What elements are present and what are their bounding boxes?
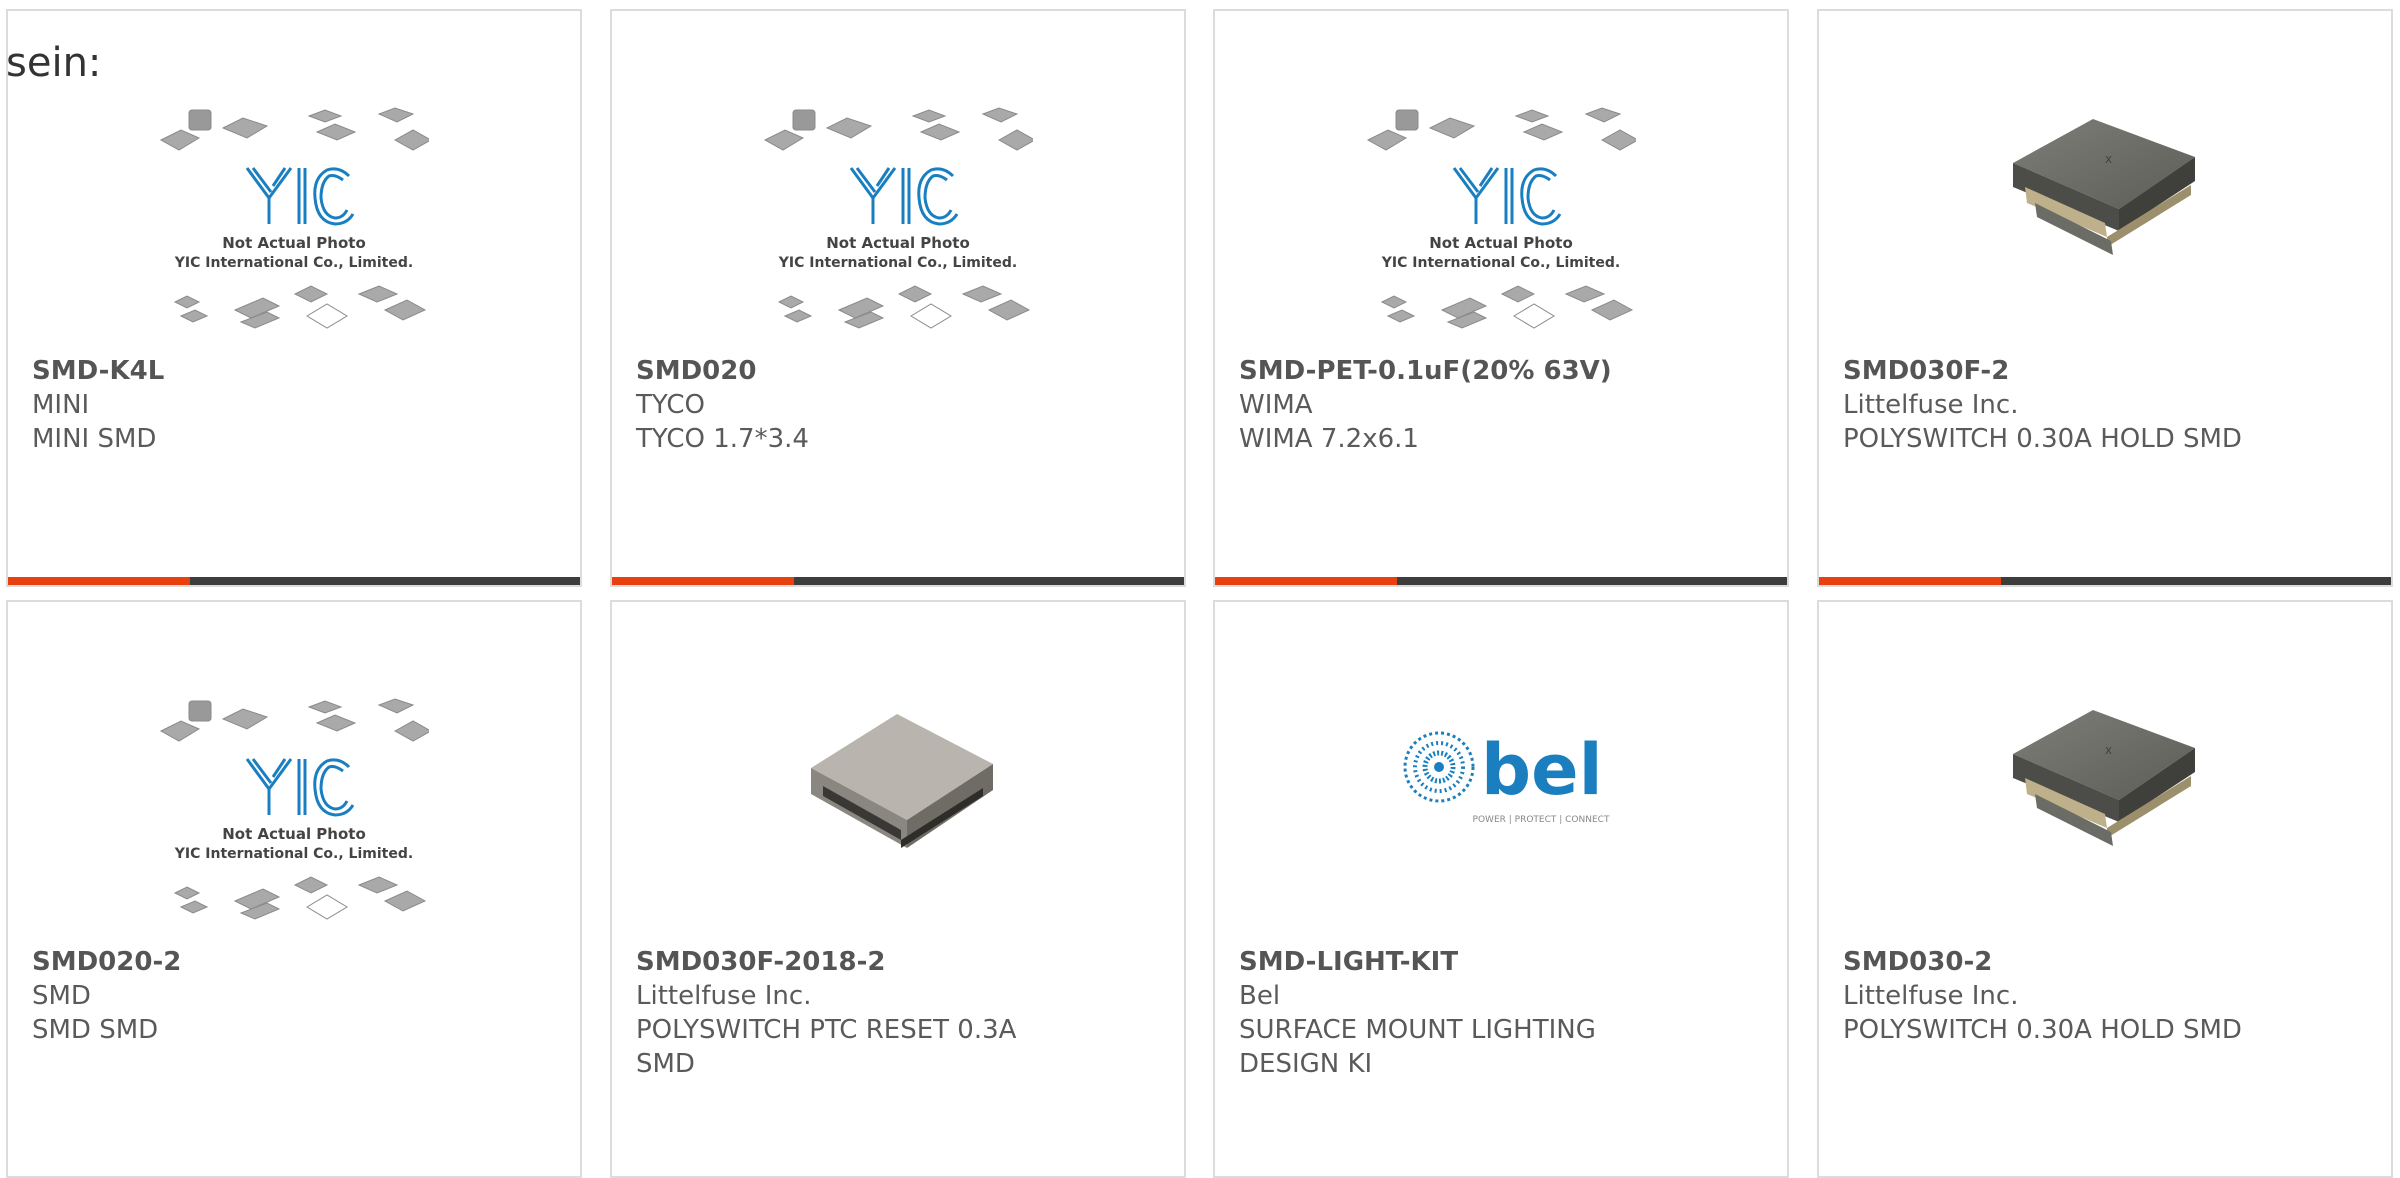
product-thumbnail[interactable]: Not Actual Photo YIC International Co., … <box>8 697 580 967</box>
part-number[interactable]: SMD030-2 <box>1843 945 2375 979</box>
manufacturer: Littelfuse Inc. <box>636 981 812 1011</box>
product-card[interactable]: bel POWER | PROTECT | CONNECT SMD-LIGHT-… <box>1213 600 1789 1178</box>
polyswitch-image: x <box>2013 710 2195 846</box>
product-thumbnail[interactable]: x <box>1819 682 2391 952</box>
yic-placeholder-image: Not Actual Photo YIC International Co., … <box>159 698 429 920</box>
description: POLYSWITCH 0.30A HOLD SMD <box>1843 1015 2242 1045</box>
description: MINI SMD <box>32 424 157 454</box>
description: WIMA 7.2x6.1 <box>1239 424 1419 454</box>
product-card[interactable]: Not Actual Photo YIC International Co., … <box>6 600 582 1178</box>
placeholder-line2: YIC International Co., Limited. <box>174 846 413 862</box>
yic-placeholder-image: Not Actual Photo YIC International Co., … <box>763 107 1033 329</box>
product-card[interactable]: Not Actual Photo YIC International Co., … <box>1213 9 1789 587</box>
product-thumbnail[interactable]: Not Actual Photo YIC International Co., … <box>612 106 1184 376</box>
manufacturer: MINI <box>32 390 90 420</box>
part-number[interactable]: SMD020-2 <box>32 945 564 979</box>
placeholder-line1: Not Actual Photo <box>1429 234 1573 252</box>
manufacturer: Bel <box>1239 981 1281 1011</box>
manufacturer: SMD <box>32 981 91 1011</box>
manufacturer: Littelfuse Inc. <box>1843 390 2019 420</box>
product-card[interactable]: Not Actual Photo YIC International Co., … <box>610 9 1186 587</box>
part-number[interactable]: SMD-PET-0.1uF(20% 63V) <box>1239 354 1771 388</box>
placeholder-line2: YIC International Co., Limited. <box>778 255 1017 271</box>
bel-tagline: POWER | PROTECT | CONNECT <box>1473 815 1610 825</box>
part-number[interactable]: SMD030F-2018-2 <box>636 945 1168 979</box>
bel-logo-image: bel POWER | PROTECT | CONNECT <box>1403 729 1610 825</box>
placeholder-line1: Not Actual Photo <box>826 234 970 252</box>
placeholder-line2: YIC International Co., Limited. <box>174 255 413 271</box>
product-card[interactable]: Not Actual Photo YIC International Co., … <box>6 9 582 587</box>
product-thumbnail[interactable]: Not Actual Photo YIC International Co., … <box>8 106 580 376</box>
card-accent-bar <box>8 577 190 585</box>
card-accent-bar <box>612 577 794 585</box>
card-accent-bar <box>1215 577 1397 585</box>
polyswitch-image: x <box>2013 119 2195 255</box>
card-bottom-bar <box>8 577 580 585</box>
product-thumbnail[interactable] <box>612 680 1184 950</box>
manufacturer: WIMA <box>1239 390 1313 420</box>
product-card[interactable]: x SMD030F-2 Littelfuse Inc. POLYSWITCH 0… <box>1817 9 2393 587</box>
placeholder-line2: YIC International Co., Limited. <box>1381 255 1620 271</box>
card-bottom-bar <box>612 577 1184 585</box>
card-bottom-bar <box>1215 577 1787 585</box>
card-accent-bar <box>1819 577 2001 585</box>
description: TYCO 1.7*3.4 <box>636 424 809 454</box>
manufacturer: TYCO <box>636 390 705 420</box>
product-thumbnail[interactable]: Not Actual Photo YIC International Co., … <box>1215 106 1787 376</box>
part-number[interactable]: SMD020 <box>636 354 1168 388</box>
part-number[interactable]: SMD-K4L <box>32 354 564 388</box>
yic-placeholder-image: Not Actual Photo YIC International Co., … <box>1366 107 1636 329</box>
svg-text:x: x <box>2105 743 2112 757</box>
description: SURFACE MOUNT LIGHTING DESIGN KI <box>1239 1015 1596 1079</box>
description: POLYSWITCH PTC RESET 0.3A SMD <box>636 1015 1017 1079</box>
description: SMD SMD <box>32 1015 159 1045</box>
product-card[interactable]: SMD030F-2018-2 Littelfuse Inc. POLYSWITC… <box>610 600 1186 1178</box>
svg-text:x: x <box>2105 152 2112 166</box>
bel-wordmark: bel <box>1481 729 1603 811</box>
ptc-image <box>811 714 993 848</box>
product-card[interactable]: x SMD030-2 Littelfuse Inc. POLYSWITCH 0.… <box>1817 600 2393 1178</box>
manufacturer: Littelfuse Inc. <box>1843 981 2019 1011</box>
page-header-fragment: sein: <box>6 40 102 86</box>
part-number[interactable]: SMD-LIGHT-KIT <box>1239 945 1771 979</box>
description: POLYSWITCH 0.30A HOLD SMD <box>1843 424 2242 454</box>
placeholder-line1: Not Actual Photo <box>222 234 366 252</box>
yic-placeholder-image: Not Actual Photo YIC International Co., … <box>159 107 429 329</box>
part-number[interactable]: SMD030F-2 <box>1843 354 2375 388</box>
product-thumbnail[interactable]: x <box>1819 91 2391 361</box>
placeholder-line1: Not Actual Photo <box>222 825 366 843</box>
card-bottom-bar <box>1819 577 2391 585</box>
